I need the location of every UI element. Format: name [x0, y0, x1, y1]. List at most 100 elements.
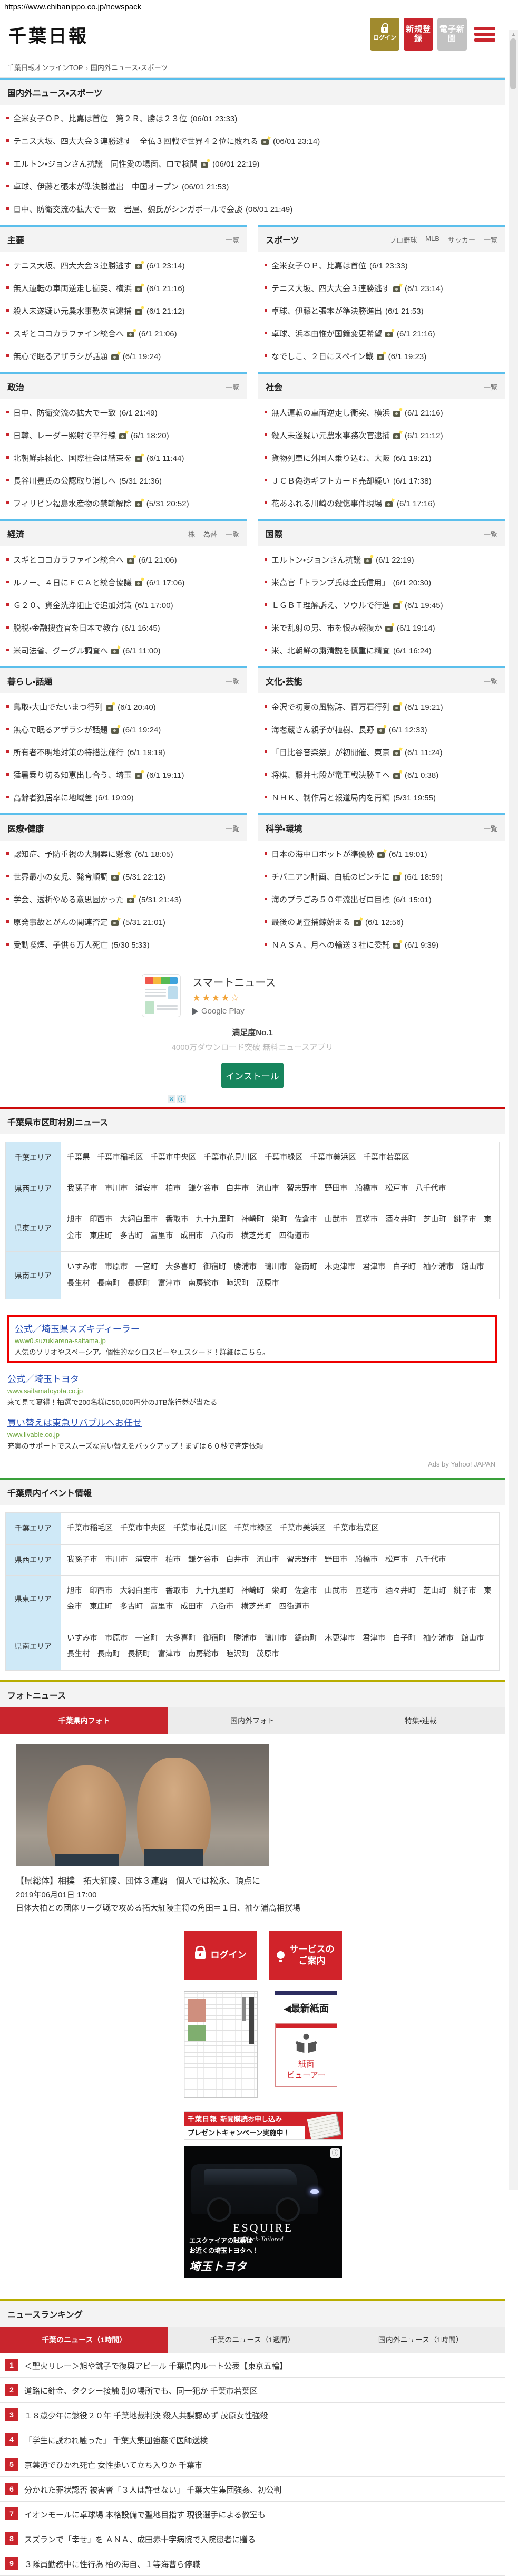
scrollbar[interactable]: ▲ [509, 30, 518, 2190]
news-link[interactable]: ＮＨＫ、制作局と報道局内を再編 [271, 794, 390, 803]
news-link[interactable]: 卓球、伊藤と張本が準決勝進出 中国オープン [13, 182, 179, 191]
town-link[interactable]: 船橋市 [355, 1556, 378, 1564]
town-link[interactable]: 鋸南町 [295, 1634, 318, 1643]
news-link[interactable]: 脱税・金融捜査官を日本で教育 [13, 624, 119, 633]
ranking-row[interactable]: 2 道路に針金、タクシー接触 別の場所でも、同一犯か 千葉市若葉区 [0, 2378, 505, 2403]
town-link[interactable]: 九十九里町 [196, 1215, 234, 1224]
list-link[interactable]: 一覧 [226, 382, 239, 392]
list-link[interactable]: 一覧 [484, 823, 497, 833]
news-item[interactable]: ＮＨＫ、制作局と報道局内を再編(5/31 19:55) [258, 786, 505, 809]
ranking-link[interactable]: ３隊員勤務中に性行為 柏の海自、１等海曹ら停職 [24, 2557, 200, 2570]
news-item[interactable]: 脱税・金融捜査官を日本で教育(6/1 16:45) [0, 616, 247, 639]
news-item[interactable]: テニス大坂、四大大会３連勝逃す(6/1 23:14) [0, 254, 247, 277]
news-link[interactable]: 無人運転の車両逆走し衝突、横浜 [13, 284, 132, 293]
smartnews-app-name[interactable]: スマートニュース [192, 974, 276, 989]
town-link[interactable]: 長生村 [67, 1650, 90, 1658]
town-link[interactable]: 浦安市 [135, 1184, 159, 1193]
town-link[interactable]: 香取市 [165, 1587, 189, 1595]
town-link[interactable]: 匝瑳市 [355, 1215, 378, 1224]
soccer-link[interactable]: サッカー [448, 235, 475, 245]
news-link[interactable]: 日本の海中ロボットが準優勝 [271, 850, 374, 859]
news-item[interactable]: 鳥取・大山でたいまつ行列(6/1 20:40) [0, 696, 247, 718]
town-link[interactable]: 多古町 [120, 1603, 143, 1611]
town-link[interactable]: 松戸市 [385, 1556, 408, 1564]
news-link[interactable]: 全米女子ＯＰ、比嘉は首位 [271, 262, 366, 271]
news-item[interactable]: 貨物列車に外国人乗り込む、大阪(6/1 19:21) [258, 447, 505, 469]
news-link[interactable]: エルトン・ジョンさん抗議 同性愛の場面、ロで検閲 [13, 160, 198, 169]
news-item[interactable]: 所有者不明地対策の特措法施行(6/1 19:19) [0, 741, 247, 764]
news-item[interactable]: テニス大坂、四大大会３連勝逃す 全仏３回戦で世界４２位に敗れる(06/01 23… [0, 130, 505, 152]
news-link[interactable]: スギとココカラファイン統合へ [13, 330, 124, 339]
news-item[interactable]: 最後の調査捕鯨始まる(6/1 12:56) [258, 911, 505, 933]
town-link[interactable]: 袖ケ浦市 [423, 1634, 454, 1643]
news-link[interactable]: ＬＧＢＴ理解訴え、ソウルで行進 [271, 601, 390, 610]
town-link[interactable]: 長柄町 [128, 1650, 151, 1658]
news-link[interactable]: 学会、透析やめる意思固かった [13, 895, 124, 904]
town-link[interactable]: 流山市 [257, 1184, 280, 1193]
news-link[interactable]: 殺人未遂疑い元農水事務次官逮捕 [271, 431, 390, 440]
news-link[interactable]: スギとココカラファイン統合へ [13, 556, 124, 565]
town-link[interactable]: 鎌ケ谷市 [188, 1184, 219, 1193]
town-link[interactable]: 印西市 [90, 1587, 113, 1595]
town-link[interactable]: 富里市 [150, 1232, 173, 1240]
town-link[interactable]: 栄町 [272, 1215, 287, 1224]
town-link[interactable]: 大多喜町 [165, 1634, 196, 1643]
town-link[interactable]: 八街市 [211, 1232, 234, 1240]
town-link[interactable]: 鴨川市 [264, 1263, 287, 1271]
tab-chiba-1w[interactable]: 千葉のニュース（1週間） [168, 2327, 336, 2353]
news-link[interactable]: 日中、防衛交流の拡大で一致 岩屋、魏氏がシンガポールで会談 [13, 205, 242, 214]
news-item[interactable]: 日韓、レーダー照射で平行線(6/1 18:20) [0, 424, 247, 447]
news-item[interactable]: 米司法省、グーグル調査へ(6/1 11:00) [0, 639, 247, 662]
news-link[interactable]: 世界最小の女児、発育順調 [13, 873, 108, 882]
town-link[interactable]: 千葉市稲毛区 [67, 1524, 113, 1532]
town-link[interactable]: 印西市 [90, 1215, 113, 1224]
ad-info-icon[interactable]: ⓘ [177, 1095, 186, 1103]
town-link[interactable]: 睦沢町 [226, 1279, 249, 1288]
stocks-link[interactable]: 株 [188, 529, 195, 539]
news-link[interactable]: 将棋、藤井七段が竜王戦決勝Ｔへ [271, 771, 390, 780]
tab-national-1h[interactable]: 国内外ニュース（1時間） [337, 2327, 505, 2353]
town-link[interactable]: 勝浦市 [234, 1263, 257, 1271]
town-link[interactable]: 南房総市 [188, 1650, 219, 1658]
text-ad[interactable]: 公式／埼玉トヨタ www.saitamatoyota.co.jp 来て見て夏得！… [7, 1372, 497, 1407]
town-link[interactable]: 山武市 [325, 1215, 348, 1224]
news-link[interactable]: 日中、防衛交流の拡大で一致 [13, 409, 116, 418]
town-link[interactable]: 白子町 [393, 1263, 416, 1271]
news-link[interactable]: 米高官「トランプ氏は金氏信用」 [271, 578, 390, 587]
news-link[interactable]: 海老蔵さん親子が植樹、長野 [271, 726, 374, 735]
menu-icon[interactable] [474, 27, 495, 42]
news-link[interactable]: テニス大坂、四大大会３連勝逃す 全仏３回戦で世界４２位に敗れる [13, 137, 258, 146]
town-link[interactable]: 柏市 [165, 1556, 181, 1564]
news-item[interactable]: フィリピン福島水産物の禁輸解除(5/31 20:52) [0, 492, 247, 515]
news-link[interactable]: 最後の調査捕鯨始まる [271, 918, 350, 927]
news-link[interactable]: ＮＡＳＡ、月への輸送３社に委託 [271, 941, 390, 950]
news-item[interactable]: 金沢で初夏の風物詩、百万石行列(6/1 19:21) [258, 696, 505, 718]
login-widget-button[interactable]: ログイン [184, 1931, 257, 1980]
town-link[interactable]: 木更津市 [325, 1634, 355, 1643]
town-link[interactable]: 千葉県 [67, 1153, 90, 1162]
town-link[interactable]: 流山市 [257, 1556, 280, 1564]
news-link[interactable]: 米、北朝鮮の粛清説を慎重に精査 [271, 647, 390, 655]
ranking-row[interactable]: 4 「学生に誘われ触った」 千葉大集団強姦で医師送検 [0, 2427, 505, 2452]
news-link[interactable]: 無心で眠るアザラシが話題 [13, 352, 108, 361]
town-link[interactable]: 千葉市稲毛区 [97, 1153, 143, 1162]
scroll-up-icon[interactable]: ▲ [509, 30, 518, 37]
news-item[interactable]: 卓球、伊藤と張本が準決勝進出 中国オープン(06/01 21:53) [0, 175, 505, 198]
town-link[interactable]: 八街市 [211, 1603, 234, 1611]
news-link[interactable]: フィリピン福島水産物の禁輸解除 [13, 499, 132, 508]
town-link[interactable]: 柏市 [165, 1184, 181, 1193]
photo-article-title[interactable]: 【県総体】相撲 拓大紅陵、団体３連覇 個人では松永、頂点に [16, 1874, 489, 1888]
town-link[interactable]: 市原市 [105, 1263, 128, 1271]
town-link[interactable]: 長柄町 [128, 1279, 151, 1288]
news-item[interactable]: 殺人未遂疑い元農水事務次官逮捕(6/1 21:12) [258, 424, 505, 447]
town-link[interactable]: 千葉市美浜区 [310, 1153, 356, 1162]
town-link[interactable]: 東庄町 [90, 1603, 113, 1611]
town-link[interactable]: 市川市 [105, 1184, 128, 1193]
ranking-row[interactable]: 3 １８歳少年に懲役２０年 千葉地裁判決 殺人共謀認めず 茂原女性強殺 [0, 2403, 505, 2427]
news-link[interactable]: 海のプラごみ５０年流出ゼロ目標 [271, 895, 390, 904]
list-link[interactable]: 一覧 [226, 529, 239, 539]
news-item[interactable]: 無人運転の車両逆走し衝突、横浜(6/1 21:16) [258, 401, 505, 424]
town-link[interactable]: 匝瑳市 [355, 1587, 378, 1595]
town-link[interactable]: 千葉市美浜区 [280, 1524, 326, 1532]
ad-title-link[interactable]: 買い替えは東急リバブルへお任せ [7, 1415, 142, 1429]
